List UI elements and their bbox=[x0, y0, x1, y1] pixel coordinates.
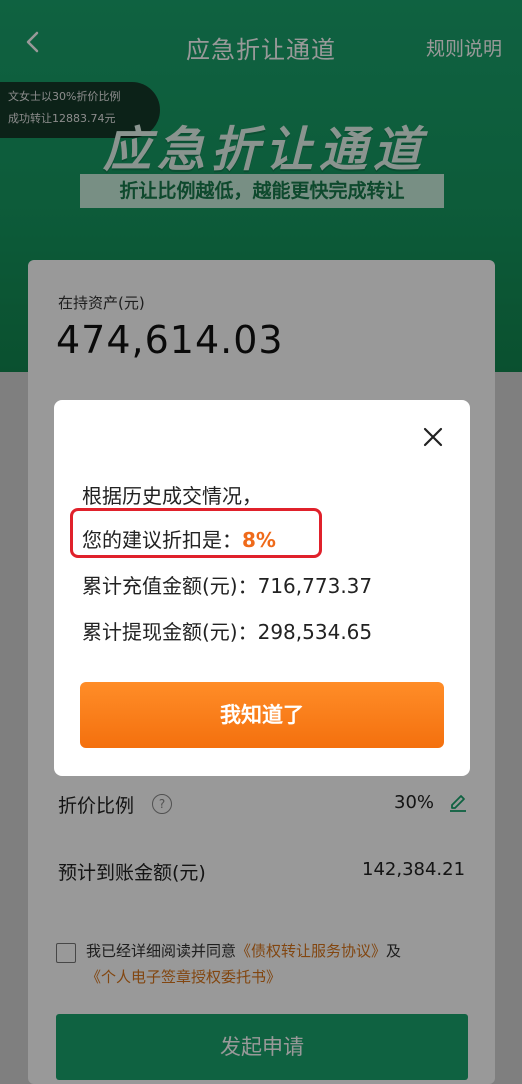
recharge-row: 累计充值金额(元)：716,773.37 bbox=[82, 570, 372, 599]
close-icon[interactable] bbox=[422, 426, 444, 448]
suggested-discount-label: 您的建议折扣是： bbox=[82, 528, 242, 552]
withdraw-label: 累计提现金额(元)： bbox=[82, 620, 258, 644]
withdraw-value: 298,534.65 bbox=[257, 620, 373, 644]
recharge-value: 716,773.37 bbox=[257, 574, 373, 598]
withdraw-row: 累计提现金额(元)：298,534.65 bbox=[82, 616, 372, 645]
suggested-discount-value: 8% bbox=[242, 528, 276, 552]
recharge-label: 累计充值金额(元)： bbox=[82, 574, 258, 598]
acknowledge-button[interactable]: 我知道了 bbox=[80, 682, 444, 748]
suggestion-dialog: 根据历史成交情况， 您的建议折扣是：8% 累计充值金额(元)：716,773.3… bbox=[54, 400, 470, 776]
dialog-intro: 根据历史成交情况， bbox=[82, 484, 262, 508]
suggested-discount-row: 您的建议折扣是：8% bbox=[82, 524, 276, 553]
